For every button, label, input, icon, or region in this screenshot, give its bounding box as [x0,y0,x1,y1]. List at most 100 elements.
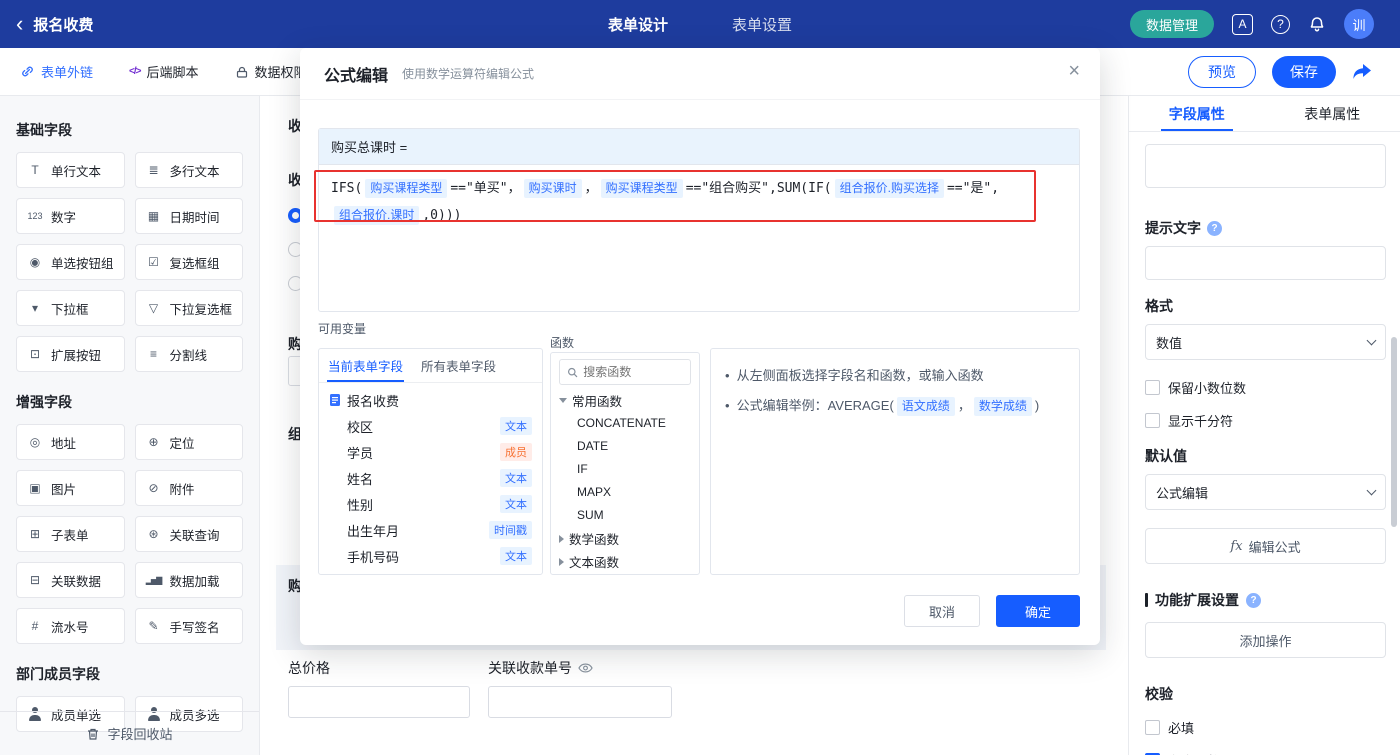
function-search[interactable] [559,359,691,385]
field-button-multi-line-text[interactable]: ≣ 多行文本 [134,152,243,188]
help-icon[interactable]: ? [1271,14,1290,34]
function-group-common[interactable]: 常用函数 [551,389,699,412]
data-manage-button[interactable]: 数据管理 [1129,10,1214,38]
function-item[interactable]: DATE [551,435,699,458]
tab-current-form-fields[interactable]: 当前表单字段 [319,349,412,382]
checkbox-unchecked[interactable] [1145,720,1160,735]
variable-type-tag: 成员 [500,443,532,461]
formula-input-area[interactable]: IFS(购买课程类型 =="单买"， 购买课时，购买课程类型 =="组合购买",SUM… [319,165,1079,229]
help-icon[interactable]: ? [1246,592,1261,608]
edit-formula-button[interactable]: fx 编辑公式 [1145,528,1386,564]
allow-decimal-checkbox-row[interactable]: 允许小数 [1145,751,1386,755]
field-button-single-line-text[interactable]: T 单行文本 [16,152,125,188]
field-button-lookup[interactable]: ⊛ 关联查询 [134,516,243,552]
function-item[interactable]: CONCATENATE [551,412,699,435]
field-chip[interactable]: 购买课程类型 [365,179,448,198]
topbar-tabs: 表单设计 表单设置 [608,0,792,48]
variable-row[interactable]: 学员 成员 [319,439,542,465]
field-chip[interactable]: 购买课程类型 [600,179,683,198]
field-label: 附件 [169,482,195,497]
back-icon[interactable]: ‹ [16,13,23,35]
field-button-subform[interactable]: ⊞ 子表单 [16,516,125,552]
confirm-button[interactable]: 确定 [996,595,1080,627]
function-group-math[interactable]: 数学函数 [551,527,699,550]
field-button-extend-button[interactable]: ⊡ 扩展按钮 [16,336,125,372]
thousand-separator-checkbox-row[interactable]: 显示千分符 [1145,411,1386,430]
field-button-divider[interactable]: ≡ 分割线 [134,336,243,372]
field-button-number[interactable]: 123 数字 [16,198,125,234]
field-chip[interactable]: 购买课时 [523,179,582,198]
field-button-location[interactable]: ⊕ 定位 [134,424,243,460]
scrollbar[interactable] [1391,337,1397,527]
total-price-input[interactable] [288,686,470,718]
field-chip[interactable]: 组合报价.课时 [334,206,420,225]
form-tree-root[interactable]: 报名收费 [319,387,542,413]
tab-field-properties[interactable]: 字段属性 [1129,96,1265,131]
field-button-address[interactable]: ◎ 地址 [16,424,125,460]
number-icon: 123 [27,211,43,221]
field-button-related-data[interactable]: ⊟ 关联数据 [16,562,125,598]
default-value-select[interactable]: 公式编辑 [1145,474,1386,510]
eye-icon[interactable] [578,663,593,673]
function-item[interactable]: MAPX [551,481,699,504]
chevron-down-icon [1366,485,1377,495]
toolbar-item-data-permission[interactable]: 数据权限 [235,62,307,81]
field-button-radio-group[interactable]: ◉ 单选按钮组 [16,244,125,280]
variable-row[interactable]: 姓名 文本 [319,465,542,491]
checkbox-unchecked[interactable] [1145,413,1160,428]
field-label: 地址 [51,436,77,451]
field-title-input[interactable] [1145,144,1386,188]
tab-form-design[interactable]: 表单设计 [608,14,668,35]
toolbar-item-external-link[interactable]: 表单外链 [20,62,93,81]
variable-row[interactable]: 校区 文本 [319,413,542,439]
field-button-attachment[interactable]: ⊘ 附件 [134,470,243,506]
basic-field-grid: T 单行文本 ≣ 多行文本 123 数字 ▦ 日期时间 ◉ 单选按钮组 ☑ 复选框组 ▾ 下拉… [16,152,243,372]
link-icon [22,66,33,77]
help-icon[interactable]: ? [1207,220,1222,236]
field-button-dropdown[interactable]: ▾ 下拉框 [16,290,125,326]
toolbar-item-backend-script[interactable]: </> 后端脚本 [129,62,198,81]
field-button-serial-number[interactable]: # 流水号 [16,608,125,644]
hint-text-input[interactable] [1145,246,1386,280]
save-button[interactable]: 保存 [1272,55,1336,88]
field-button-signature[interactable]: ✎ 手写签名 [134,608,243,644]
related-receipt-input[interactable] [488,686,672,718]
keep-decimal-checkbox-row[interactable]: 保留小数位数 [1145,378,1386,397]
field-label: 图片 [51,482,77,497]
field-label: 单选按钮组 [51,256,114,271]
field-button-multi-dropdown[interactable]: ▽ 下拉复选框 [134,290,243,326]
tab-all-form-fields[interactable]: 所有表单字段 [412,349,505,382]
preview-button[interactable]: 预览 [1188,55,1256,88]
field-label: 关联数据 [51,574,102,589]
variable-row[interactable]: 手机号码 文本 [319,543,542,569]
cancel-button[interactable]: 取消 [904,595,980,627]
top-bar: ‹ 报名收费 表单设计 表单设置 数据管理 A ? 训 [0,0,1400,48]
format-select[interactable]: 数值 [1145,324,1386,360]
variable-row[interactable]: 性别 文本 [319,491,542,517]
tab-form-properties[interactable]: 表单属性 [1265,96,1400,131]
field-button-image[interactable]: ▣ 图片 [16,470,125,506]
tab-form-settings[interactable]: 表单设置 [732,14,792,35]
field-button-checkbox-group[interactable]: ☑ 复选框组 [134,244,243,280]
function-item[interactable]: SUM [551,504,699,527]
share-icon[interactable] [1352,63,1372,81]
add-action-button[interactable]: 添加操作 [1145,622,1386,658]
field-button-data-load[interactable]: ▂▅▇ 数据加载 [134,562,243,598]
image-icon: ▣ [29,481,41,495]
required-checkbox-row[interactable]: 必填 [1145,718,1386,737]
function-group-text[interactable]: 文本函数 [551,550,699,573]
field-recycle-bin[interactable]: 字段回收站 [0,711,259,755]
tip-item: 从左侧面板选择字段名和函数，或输入函数 [725,365,1065,386]
language-icon[interactable]: A [1232,13,1253,35]
function-item[interactable]: IF [551,458,699,481]
checkbox-unchecked[interactable] [1145,380,1160,395]
variable-row[interactable]: 出生年月 时间戳 [319,517,542,543]
field-button-datetime[interactable]: ▦ 日期时间 [134,198,243,234]
checkbox-label: 显示千分符 [1168,414,1234,429]
field-chip[interactable]: 组合报价.购买选择 [834,179,944,198]
avatar[interactable]: 训 [1344,9,1374,39]
formula-text: =="组合购买",SUM(IF( [685,181,832,196]
function-search-input[interactable] [583,365,683,379]
close-icon[interactable]: × [1068,61,1080,81]
bell-icon[interactable] [1308,15,1326,33]
